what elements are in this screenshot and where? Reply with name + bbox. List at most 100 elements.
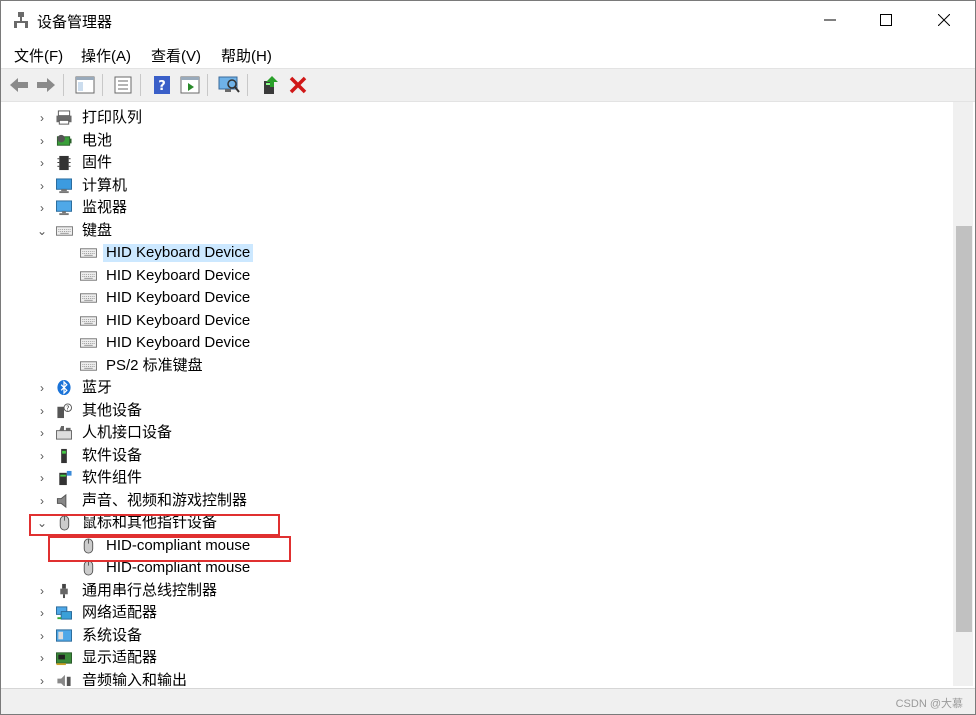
bluetooth-icon — [57, 380, 71, 396]
expand-chevron-icon[interactable]: › — [36, 178, 48, 194]
device-category[interactable]: ›? 其他设备 — [3, 400, 953, 422]
tree-item-label: 软件设备 — [82, 446, 143, 464]
device-category[interactable]: › 网络适配器 — [3, 602, 953, 624]
audio-io-icon — [57, 674, 71, 686]
device-category[interactable]: › 固件 — [3, 152, 953, 174]
keyboard-icon — [80, 293, 97, 303]
scan-hardware-button[interactable] — [217, 73, 241, 97]
tree-item-label: 音频输入和输出 — [82, 671, 188, 687]
forward-icon — [37, 78, 55, 92]
expand-chevron-icon[interactable]: › — [36, 583, 48, 599]
expand-chevron-icon[interactable]: › — [36, 650, 48, 666]
highlight-box-mouse-device — [48, 536, 291, 562]
expand-chevron-icon[interactable]: › — [36, 493, 48, 509]
expand-chevron-icon[interactable]: › — [36, 200, 48, 216]
keyboard-icon — [80, 360, 97, 371]
minimize-button[interactable] — [803, 1, 857, 39]
tree-item-label: HID Keyboard Device — [106, 311, 251, 329]
device-tree-item[interactable]: HID Keyboard Device — [3, 332, 953, 354]
highlight-box-mouse-category — [29, 514, 280, 536]
forward-button[interactable] — [34, 73, 58, 97]
uninstall-button[interactable] — [286, 73, 310, 97]
other-device-icon: ? — [57, 402, 72, 418]
tree-item-label: 计算机 — [82, 176, 128, 194]
menu-action[interactable]: 操作(A) — [81, 45, 131, 66]
software-device-icon — [61, 448, 67, 463]
device-category[interactable]: › 软件设备 — [3, 445, 953, 467]
tree-item-label: 软件组件 — [82, 469, 143, 486]
tree-item-label: 通用串行总线控制器 — [82, 581, 218, 599]
system-icon — [56, 628, 72, 642]
close-button[interactable] — [917, 1, 971, 39]
device-category[interactable]: › 打印队列 — [3, 107, 953, 129]
menu-help[interactable]: 帮助(H) — [221, 45, 272, 66]
back-icon — [10, 78, 28, 92]
tree-item-label: 人机接口设备 — [82, 424, 173, 441]
device-category[interactable]: › 蓝牙 — [3, 377, 953, 399]
expand-chevron-icon[interactable]: › — [36, 380, 48, 396]
device-list-button[interactable] — [111, 73, 135, 97]
expand-chevron-icon[interactable]: › — [36, 605, 48, 621]
tree-item-label: PS/2 标准键盘 — [106, 356, 203, 374]
properties-pane-button[interactable] — [73, 73, 97, 97]
vertical-scrollbar[interactable] — [953, 102, 973, 686]
expand-chevron-icon[interactable]: › — [36, 628, 48, 644]
device-category[interactable]: › 监视器 — [3, 197, 953, 219]
computer-icon — [56, 177, 72, 193]
device-category[interactable]: ⌄ 键盘 — [3, 220, 953, 242]
monitor-icon — [56, 200, 72, 216]
expand-chevron-icon[interactable]: › — [36, 425, 48, 441]
expand-chevron-icon[interactable]: › — [36, 155, 48, 171]
action-pane-button[interactable] — [178, 73, 202, 97]
watermark-text: CSDN @大慕 — [895, 698, 963, 710]
device-category[interactable]: › 系统设备 — [3, 625, 953, 647]
keyboard-icon — [80, 270, 97, 281]
toolbar-separator — [140, 74, 141, 96]
firmware-icon — [57, 155, 71, 171]
svg-text:?: ? — [66, 404, 70, 412]
tree-item-label: 电池 — [82, 131, 113, 149]
scrollbar-thumb[interactable] — [956, 226, 972, 632]
device-tree-item[interactable]: HID Keyboard Device — [3, 265, 953, 287]
status-bar: CSDN @大慕 — [1, 688, 975, 714]
device-category[interactable]: › 音频输入和输出 — [3, 670, 953, 687]
back-button[interactable] — [7, 73, 31, 97]
collapse-chevron-icon[interactable]: ⌄ — [36, 223, 48, 239]
maximize-button[interactable] — [859, 1, 913, 39]
tree-item-label: HID Keyboard Device — [106, 289, 251, 306]
menu-file[interactable]: 文件(F) — [14, 45, 63, 66]
minimize-icon — [824, 19, 836, 21]
scan-hardware-icon — [218, 76, 240, 93]
uninstall-icon — [289, 76, 307, 94]
toolbar-separator — [102, 74, 103, 96]
expand-chevron-icon[interactable]: › — [36, 110, 48, 126]
printer-icon — [56, 110, 72, 125]
device-tree-item[interactable]: HID Keyboard Device — [3, 287, 953, 309]
properties-pane-icon — [75, 76, 95, 94]
battery-icon — [56, 134, 72, 146]
device-category[interactable]: › 软件组件 — [3, 467, 953, 489]
expand-chevron-icon[interactable]: › — [36, 448, 48, 464]
device-category[interactable]: › 人机接口设备 — [3, 422, 953, 444]
tree-item-label: 系统设备 — [82, 626, 143, 644]
device-tree[interactable]: › 打印队列 › 电池 › 固件 › 计算机 › 监视器 ⌄ 键盘 HID Keyboard Devic… — [3, 102, 953, 686]
expand-chevron-icon[interactable]: › — [36, 470, 48, 486]
menu-view[interactable]: 查看(V) — [151, 45, 201, 66]
help-button[interactable]: ? — [150, 73, 174, 97]
device-category[interactable]: › 计算机 — [3, 175, 953, 197]
display-adapter-icon — [56, 652, 72, 666]
keyboard-icon — [80, 248, 97, 258]
device-tree-item[interactable]: HID Keyboard Device — [3, 310, 953, 332]
toolbar-separator — [63, 74, 64, 96]
device-tree-item[interactable]: PS/2 标准键盘 — [3, 355, 953, 377]
device-category[interactable]: › 声音、视频和游戏控制器 — [3, 490, 953, 512]
device-category[interactable]: › 电池 — [3, 130, 953, 152]
expand-chevron-icon[interactable]: › — [36, 673, 48, 687]
update-driver-button[interactable] — [258, 73, 282, 97]
device-category[interactable]: › 通用串行总线控制器 — [3, 580, 953, 602]
software-component-icon — [59, 470, 72, 486]
device-category[interactable]: › 显示适配器 — [3, 647, 953, 669]
device-tree-item[interactable]: HID Keyboard Device — [3, 242, 953, 264]
expand-chevron-icon[interactable]: › — [36, 403, 48, 419]
expand-chevron-icon[interactable]: › — [36, 133, 48, 149]
